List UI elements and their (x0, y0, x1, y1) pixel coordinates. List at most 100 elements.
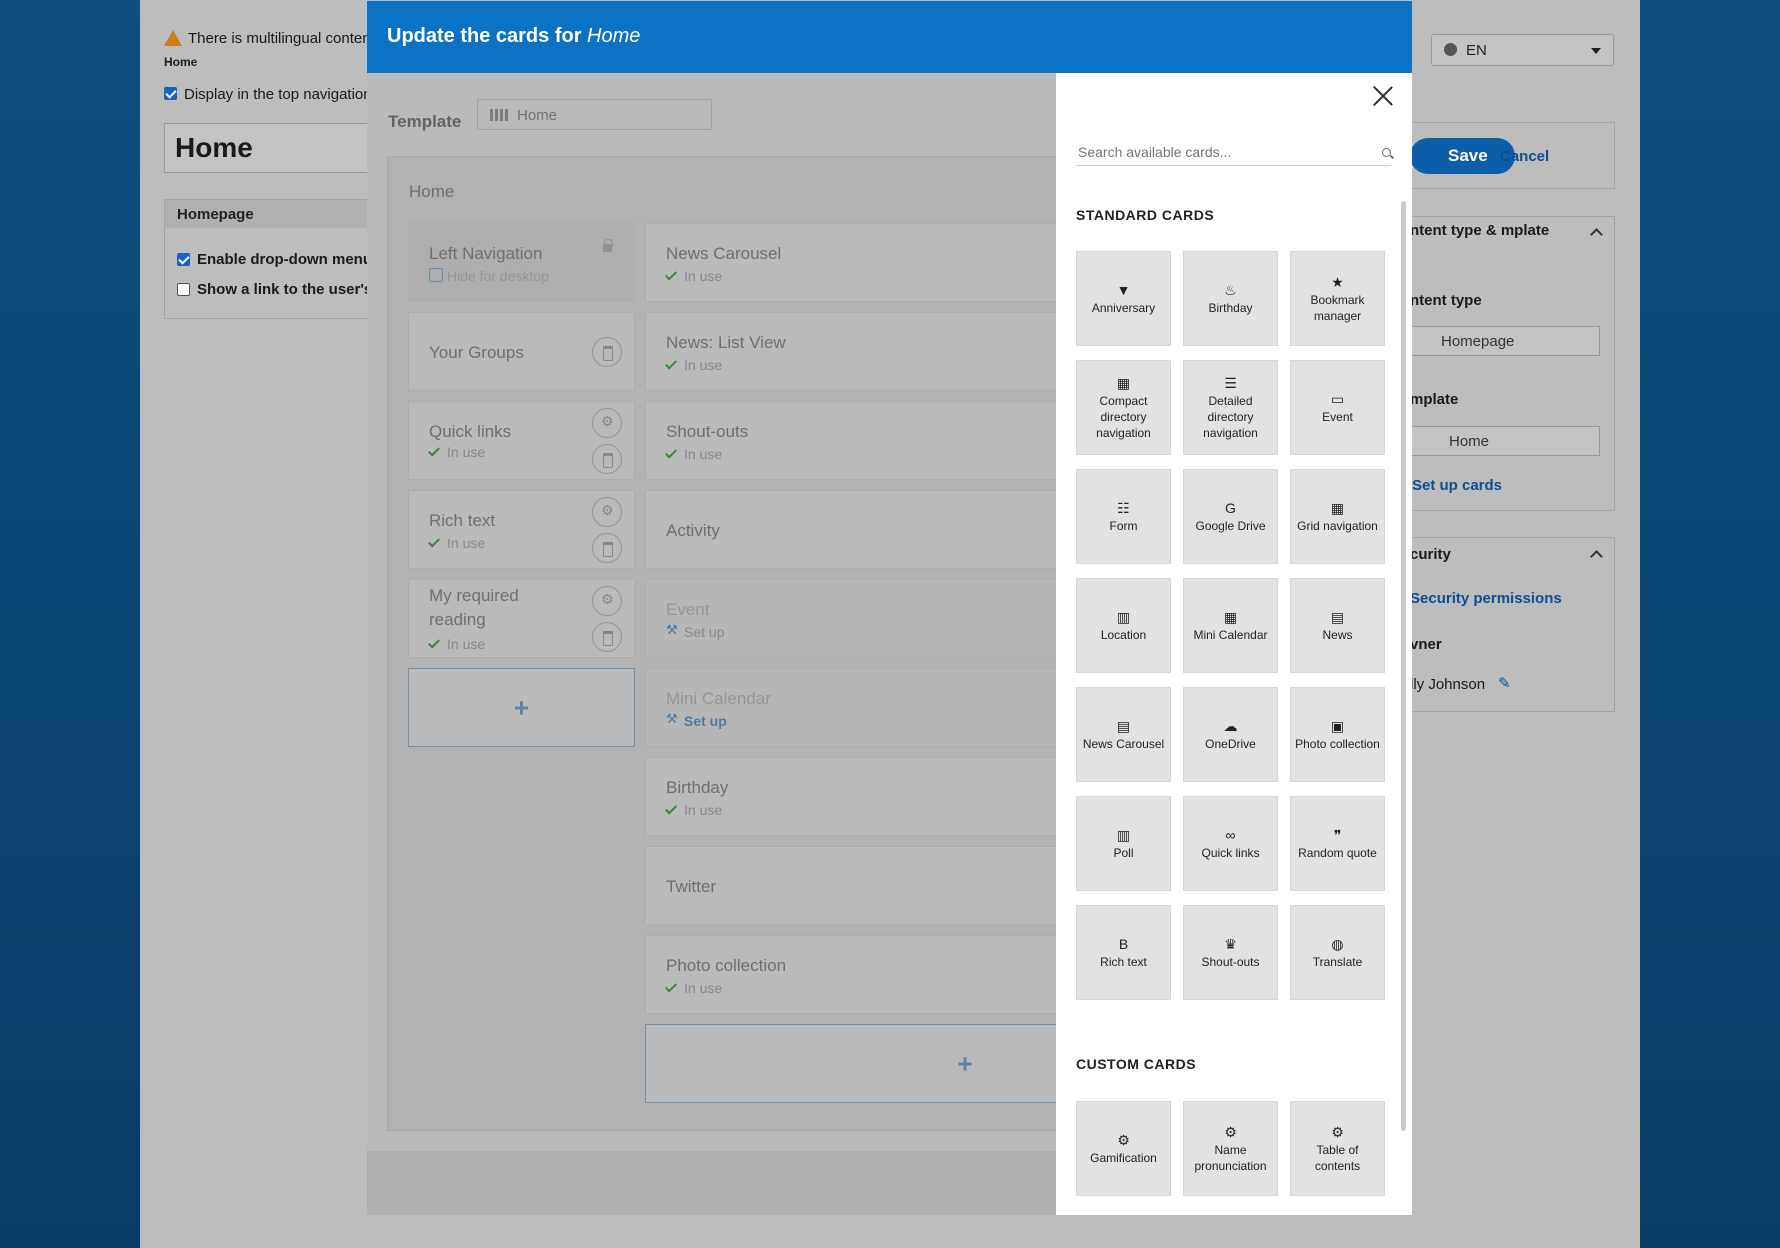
card-tile-translate[interactable]: ◍ Translate (1290, 905, 1385, 1000)
card-tile-name-pronunciation[interactable]: ⚙ Name pronunciation (1183, 1101, 1278, 1196)
card-tile-grid-navigation[interactable]: ▦ Grid navigation (1290, 469, 1385, 564)
card-tile-content: ▤ News Carousel (1077, 718, 1170, 752)
form-icon: ☷ (1117, 499, 1130, 516)
content-type-field[interactable]: Homepage (1410, 326, 1600, 356)
modal-overlay[interactable] (367, 73, 1056, 1215)
gamification-icon: ⚙ (1117, 1131, 1130, 1148)
enable-dropdown-checkbox[interactable] (177, 253, 190, 266)
card-tile-content: ∞ Quick links (1184, 827, 1277, 861)
card-tile-content: ▦ Mini Calendar (1184, 609, 1277, 643)
card-tile-random-quote[interactable]: ❞ Random quote (1290, 796, 1385, 891)
table-of-contents-icon: ⚙ (1331, 1123, 1344, 1140)
drawer-scrollbar[interactable] (1401, 201, 1406, 1131)
warning-icon (164, 30, 182, 46)
card-tile-content: ▦ Compact directory navigation (1077, 375, 1170, 441)
rich-text-icon: B (1118, 935, 1129, 952)
card-tile-label: Gamification (1090, 1150, 1157, 1165)
close-icon[interactable] (1372, 85, 1394, 107)
card-tile-news-carousel[interactable]: ▤ News Carousel (1076, 687, 1171, 782)
card-tile-compact-directory-navigation[interactable]: ▦ Compact directory navigation (1076, 360, 1171, 455)
backdrop-left (0, 0, 140, 1248)
card-tile-content: ☰ Detailed directory navigation (1184, 375, 1277, 441)
card-tile-news[interactable]: ▤ News (1290, 578, 1385, 673)
card-tile-label: Form (1109, 518, 1138, 533)
show-link-label: Show a link to the user's (197, 281, 373, 298)
search-input[interactable] (1076, 139, 1391, 166)
card-tile-content: ▥ Poll (1077, 827, 1170, 861)
standard-cards-title: STANDARD CARDS (1076, 207, 1215, 223)
card-tile-onedrive[interactable]: ☁ OneDrive (1183, 687, 1278, 782)
random-quote-icon: ❞ (1333, 826, 1342, 843)
edit-pencil-icon[interactable]: ✎ (1498, 674, 1511, 692)
card-tile-form[interactable]: ☷ Form (1076, 469, 1171, 564)
content-type-panel (1410, 216, 1615, 511)
template-field[interactable]: Home (1410, 426, 1600, 456)
security-permissions-link[interactable]: Security permissions (1410, 590, 1562, 607)
photo-collection-icon: ▣ (1330, 717, 1345, 734)
card-tile-shout-outs[interactable]: ♛ Shout-outs (1183, 905, 1278, 1000)
card-tile-anniversary[interactable]: ▼ Anniversary (1076, 251, 1171, 346)
card-tile-label: Anniversary (1091, 300, 1156, 315)
cancel-button[interactable]: Cancel (1500, 148, 1549, 165)
display-top-nav-checkbox[interactable] (164, 87, 177, 100)
search-icon[interactable] (1382, 148, 1391, 157)
card-tile-birthday[interactable]: ♨ Birthday (1183, 251, 1278, 346)
card-tile-label: Random quote (1298, 845, 1377, 860)
owner-value: lly Johnson (1410, 676, 1486, 693)
card-tile-content: ◍ Translate (1291, 936, 1384, 970)
breadcrumb[interactable]: Home (164, 55, 197, 69)
card-tile-content: ★ Bookmark manager (1291, 274, 1384, 324)
modal-title: Update the cards for (387, 25, 588, 47)
card-tile-label: Detailed directory navigation (1203, 393, 1258, 440)
card-tile-quick-links[interactable]: ∞ Quick links (1183, 796, 1278, 891)
grid-navigation-icon: ▦ (1330, 499, 1345, 516)
security-panel-header[interactable]: curity (1410, 546, 1451, 563)
card-tile-label: Birthday (1208, 300, 1253, 315)
name-pronunciation-icon: ⚙ (1224, 1123, 1237, 1140)
card-tile-photo-collection[interactable]: ▣ Photo collection (1290, 687, 1385, 782)
card-tile-label: Location (1100, 627, 1147, 642)
card-tile-gamification[interactable]: ⚙ Gamification (1076, 1101, 1171, 1196)
card-tile-rich-text[interactable]: B Rich text (1076, 905, 1171, 1000)
content-type-label: ntent type (1410, 292, 1482, 309)
card-tile-label: Poll (1113, 845, 1134, 860)
custom-cards-title: CUSTOM CARDS (1076, 1056, 1197, 1072)
card-tile-label: Mini Calendar (1193, 627, 1268, 642)
card-tile-content: ⚙ Name pronunciation (1184, 1124, 1277, 1174)
card-tile-poll[interactable]: ▥ Poll (1076, 796, 1171, 891)
compact-directory-navigation-icon: ▦ (1116, 374, 1131, 391)
shout-outs-icon: ♛ (1224, 935, 1237, 952)
card-tile-google-drive[interactable]: G Google Drive (1183, 469, 1278, 564)
card-tile-content: ⚙ Gamification (1077, 1132, 1170, 1166)
anniversary-icon: ▼ (1116, 281, 1131, 298)
card-tile-event[interactable]: ▭ Event (1290, 360, 1385, 455)
card-tile-label: Quick links (1201, 845, 1260, 860)
card-tile-content: ▭ Event (1291, 391, 1384, 425)
card-tile-label: OneDrive (1205, 736, 1256, 751)
card-tile-bookmark-manager[interactable]: ★ Bookmark manager (1290, 251, 1385, 346)
card-tile-label: Table of contents (1314, 1142, 1361, 1173)
card-tile-label: Google Drive (1195, 518, 1266, 533)
multilingual-warning: There is multilingual content (188, 30, 375, 47)
card-tile-content: ☁ OneDrive (1184, 718, 1277, 752)
card-tile-label: Translate (1312, 954, 1363, 969)
event-icon: ▭ (1330, 390, 1345, 407)
news-icon: ▤ (1330, 608, 1345, 625)
update-cards-modal: Update the cards for Home Template Home … (367, 1, 1412, 1215)
card-tile-detailed-directory-navigation[interactable]: ☰ Detailed directory navigation (1183, 360, 1278, 455)
card-tile-content: ⚙ Table of contents (1291, 1124, 1384, 1174)
content-type-panel-header[interactable]: ntent type & mplate (1410, 222, 1560, 240)
birthday-icon: ♨ (1224, 281, 1237, 298)
card-tile-table-of-contents[interactable]: ⚙ Table of contents (1290, 1101, 1385, 1196)
display-top-nav-label: Display in the top navigation (184, 86, 372, 103)
card-tile-content: G Google Drive (1184, 500, 1277, 534)
card-tile-mini-calendar[interactable]: ▦ Mini Calendar (1183, 578, 1278, 673)
language-select[interactable]: EN (1431, 34, 1614, 66)
quick-links-icon: ∞ (1225, 826, 1236, 843)
card-tile-content: ▤ News (1291, 609, 1384, 643)
set-up-cards-link[interactable]: Set up cards (1412, 477, 1502, 494)
card-tile-location[interactable]: ▥ Location (1076, 578, 1171, 673)
card-tile-content: ▦ Grid navigation (1291, 500, 1384, 534)
show-link-checkbox[interactable] (177, 283, 190, 296)
card-tile-content: ▼ Anniversary (1077, 282, 1170, 316)
